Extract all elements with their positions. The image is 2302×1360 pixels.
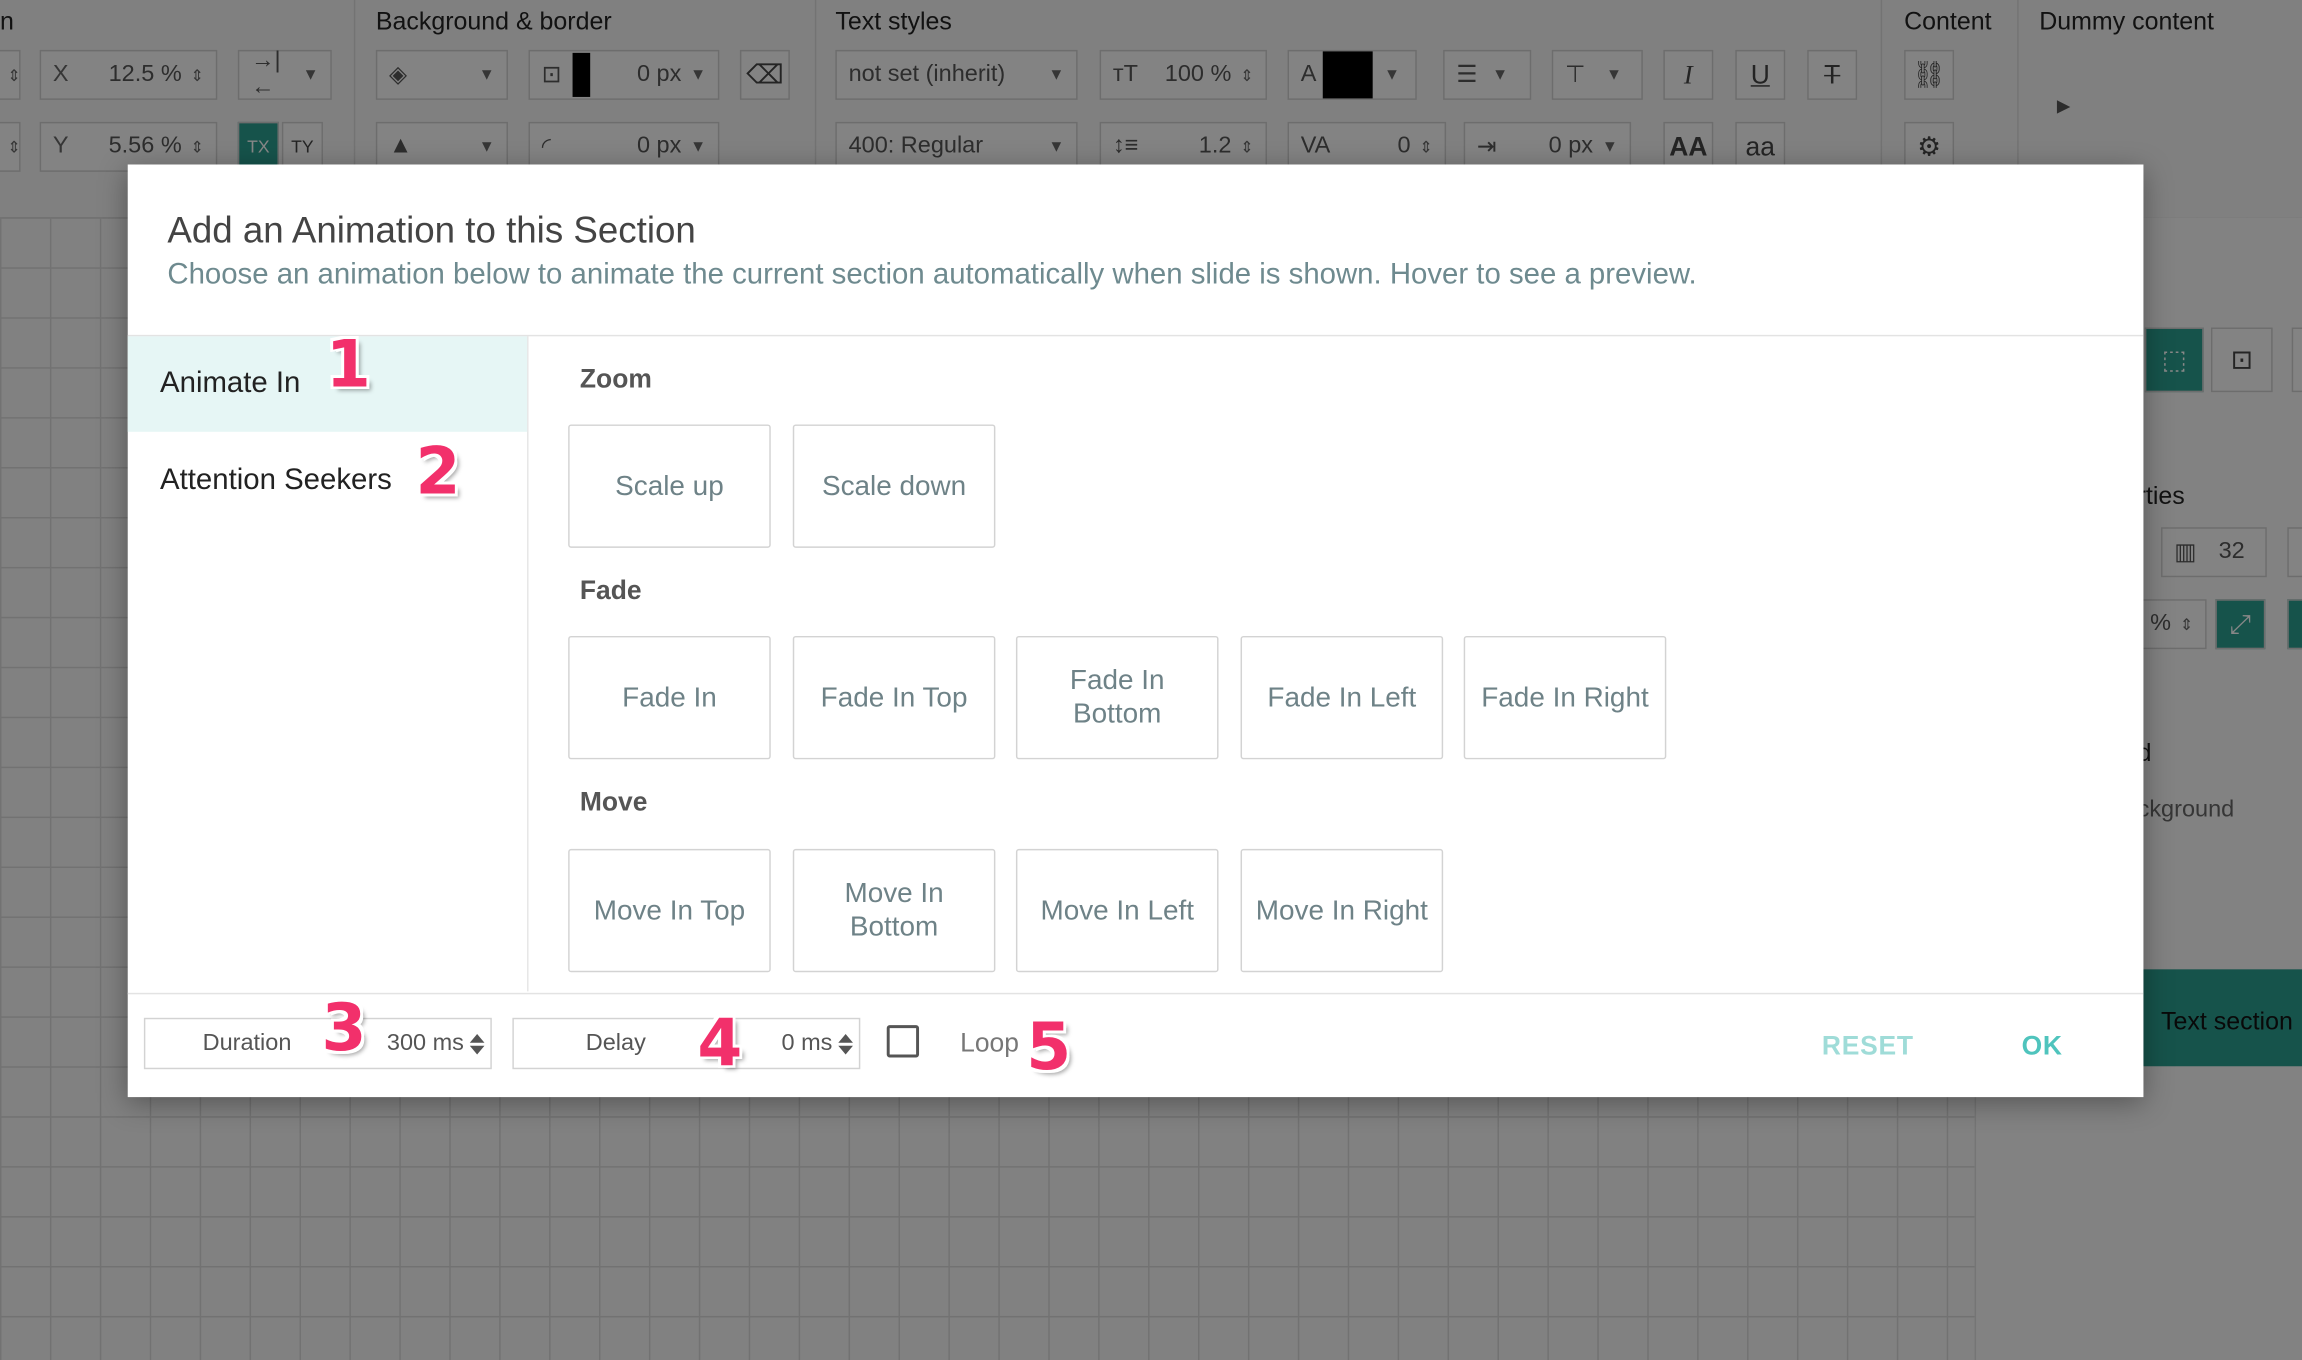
loop-label[interactable]: Loop: [960, 1028, 1019, 1059]
annotation-badge: 1: [325, 327, 371, 403]
delay-field[interactable]: Delay 0 ms: [512, 1017, 861, 1070]
anim-move-in-bottom[interactable]: Move In Bottom: [792, 848, 996, 973]
divider: [127, 992, 2144, 995]
annotation-badge: 4: [697, 1006, 743, 1081]
reset-button[interactable]: RESET: [1822, 1031, 1914, 1062]
app-screen: n Background & border Text styles Conten…: [0, 0, 2302, 1360]
duration-label: Duration: [202, 1031, 292, 1056]
dialog-title: Add an Animation to this Section: [167, 210, 696, 252]
annotation-badge: 3: [321, 991, 367, 1067]
animation-category-sidebar: Animate In Attention Seekers: [127, 336, 529, 992]
animation-dialog: Add an Animation to this Section Choose …: [127, 164, 2144, 1098]
delay-label: Delay: [585, 1031, 646, 1056]
category-label: Attention Seekers: [160, 464, 392, 497]
loop-checkbox[interactable]: [886, 1025, 920, 1058]
anim-fade-in-left[interactable]: Fade In Left: [1240, 635, 1444, 760]
section-label-fade: Fade: [579, 575, 642, 606]
annotation-badge: 2: [415, 434, 461, 510]
duration-value: 300 ms: [386, 1031, 464, 1056]
duration-field[interactable]: Duration 300 ms: [143, 1017, 492, 1070]
anim-move-in-top[interactable]: Move In Top: [568, 848, 771, 973]
delay-value: 0 ms: [781, 1031, 833, 1056]
anim-fade-in-bottom[interactable]: Fade In Bottom: [1015, 635, 1219, 760]
anim-move-in-right[interactable]: Move In Right: [1240, 848, 1444, 973]
anim-move-in-left[interactable]: Move In Left: [1015, 848, 1219, 973]
anim-fade-in-right[interactable]: Fade In Right: [1463, 635, 1667, 760]
anim-fade-in-top[interactable]: Fade In Top: [792, 635, 996, 760]
annotation-badge: 5: [1026, 1010, 1072, 1086]
category-attention-seekers[interactable]: Attention Seekers: [128, 433, 527, 528]
anim-fade-in[interactable]: Fade In: [568, 635, 771, 760]
category-label: Animate In: [160, 367, 301, 400]
stepper-icon[interactable]: [837, 1032, 855, 1055]
section-label-move: Move: [579, 787, 648, 817]
dialog-subtitle: Choose an animation below to animate the…: [167, 258, 1697, 291]
ok-button[interactable]: OK: [2022, 1031, 2063, 1062]
anim-scale-up[interactable]: Scale up: [568, 424, 771, 548]
section-label-zoom: Zoom: [579, 364, 652, 394]
stepper-icon[interactable]: [468, 1032, 486, 1055]
anim-scale-down[interactable]: Scale down: [792, 424, 996, 548]
